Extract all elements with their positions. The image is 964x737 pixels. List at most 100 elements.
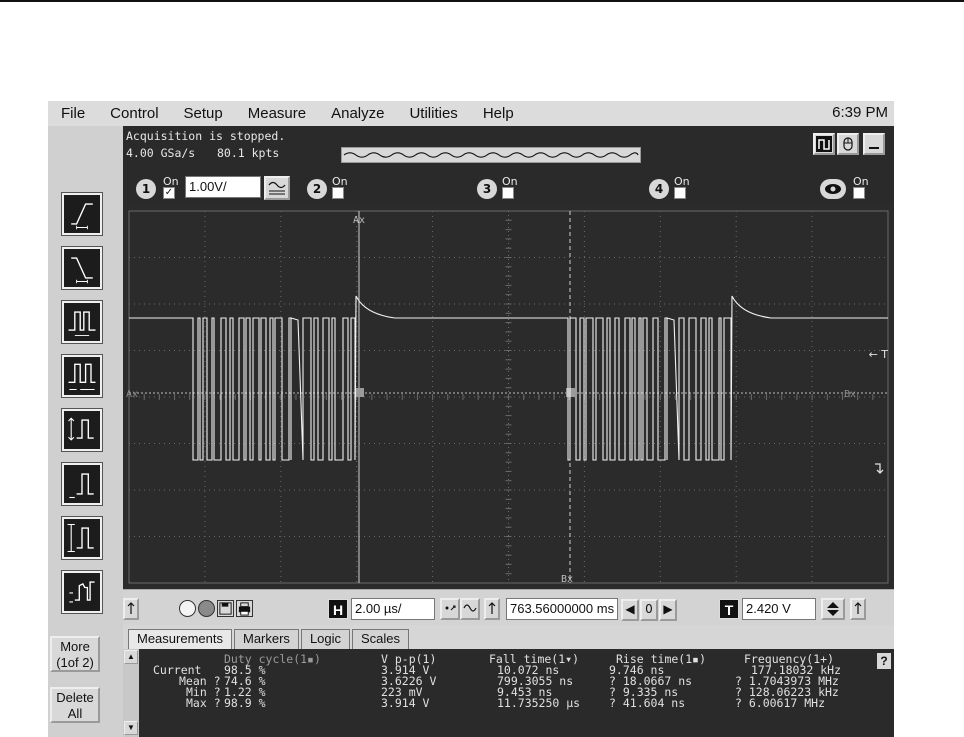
waveform-mode-button[interactable] — [460, 598, 480, 620]
save-button[interactable] — [217, 600, 234, 617]
delay-reference-button[interactable] — [484, 598, 500, 620]
scope-display-mode-button[interactable] — [813, 133, 835, 155]
rising-edge-icon — [71, 203, 93, 230]
waveform-overview-bar[interactable] — [341, 147, 641, 163]
period-icon — [68, 363, 96, 390]
channel-1-coupling-button[interactable] — [264, 176, 290, 200]
horizontal-label: H — [328, 599, 348, 619]
memory-depth: 80.1 kpts — [217, 146, 280, 160]
menu-bar: File Control Setup Measure Analyze Utili… — [48, 101, 894, 126]
pulse-width-icon — [68, 311, 96, 336]
trigger-edge-icon — [875, 463, 884, 474]
mouse-icon — [843, 137, 853, 151]
waveform-display[interactable]: Ax Ax Bx Bx ← T — [123, 205, 894, 589]
minimize-button[interactable] — [863, 133, 885, 155]
trigger-label: T — [719, 599, 739, 619]
falling-edge-tool-button[interactable] — [61, 246, 103, 290]
stepper-arrows-icon — [827, 602, 839, 616]
marker-ax-handle[interactable] — [355, 388, 364, 397]
position-zero-button[interactable]: 0 — [640, 599, 658, 621]
channel-1-indicator[interactable]: 1 — [136, 179, 156, 199]
channel-4-checkbox[interactable] — [674, 187, 686, 199]
measurements-scrollbar[interactable]: ▲ ▼ — [123, 649, 139, 737]
left-toolbar: More (1of 2) Delete All — [48, 126, 123, 737]
timebase-scale-field[interactable]: 2.00 µs/ — [351, 598, 435, 620]
math-checkbox[interactable] — [853, 187, 865, 199]
trigger-level-stepper[interactable] — [821, 598, 845, 620]
marker-ax-left-label: Ax — [126, 389, 138, 400]
acquisition-status-text: Acquisition is stopped. — [126, 129, 286, 143]
channel-4-indicator[interactable]: 4 — [649, 179, 669, 199]
trigger-level-field[interactable]: 2.420 V — [742, 598, 816, 620]
trigger-level-marker[interactable]: ← T — [869, 348, 888, 361]
run-mode-normal-button[interactable] — [179, 600, 196, 617]
tab-markers[interactable]: Markers — [233, 629, 299, 649]
channel-3-indicator[interactable]: 3 — [477, 179, 497, 199]
tab-logic[interactable]: Logic — [300, 629, 351, 649]
tab-scales[interactable]: Scales — [352, 629, 410, 649]
graticule-grid — [128, 210, 889, 584]
menu-utilities[interactable]: Utilities — [396, 105, 469, 122]
fine-adjust-button[interactable] — [440, 598, 460, 620]
duty-cycle-max: 98.9 % — [224, 696, 266, 710]
trigger-arrow-icon — [854, 602, 862, 614]
panel-tabs: Measurements Markers Logic Scales — [128, 629, 411, 649]
measurement-help-button[interactable]: ? — [877, 653, 891, 669]
fall-time-max: 11.735250 µs — [497, 696, 581, 710]
menu-file[interactable]: File — [48, 105, 97, 122]
channel-3-checkbox[interactable] — [502, 187, 514, 199]
channel-2-checkbox[interactable] — [332, 187, 344, 199]
period-tool-button[interactable] — [61, 354, 103, 398]
ground-reference-button[interactable] — [123, 598, 139, 620]
minimize-icon — [869, 147, 879, 149]
scroll-down-button[interactable]: ▼ — [124, 721, 138, 735]
top-level-icon — [69, 473, 94, 499]
channel-bar: 1 On ✓ 1.00V/ 2 On 3 On 4 On On — [123, 171, 894, 205]
vpp-max: 3.914 V — [381, 696, 430, 710]
clock: 6:39 PM — [832, 104, 888, 121]
top-level-tool-button[interactable] — [61, 462, 103, 506]
menu-analyze[interactable]: Analyze — [318, 105, 396, 122]
marker-bx-bottom-label: Bx — [561, 574, 573, 585]
trigger-reference-button[interactable] — [850, 598, 866, 620]
delete-all-button[interactable]: Delete All — [50, 687, 100, 723]
channel-1-scale-field[interactable]: 1.00V/ — [185, 176, 261, 198]
sine-wave-icon — [463, 604, 477, 612]
menu-help[interactable]: Help — [470, 105, 526, 122]
more-button[interactable]: More (1of 2) — [50, 636, 100, 672]
menu-setup[interactable]: Setup — [171, 105, 235, 122]
run-mode-single-button[interactable] — [198, 600, 215, 617]
scroll-up-button[interactable]: ▲ — [124, 650, 138, 664]
delete-all-label-line1: Delete — [56, 690, 94, 705]
print-button[interactable] — [236, 600, 253, 617]
overshoot-tool-button[interactable] — [61, 570, 103, 614]
peak-to-peak-tool-button[interactable] — [61, 516, 103, 560]
peak-to-peak-icon — [67, 523, 94, 553]
pulse-width-tool-button[interactable] — [61, 300, 103, 344]
position-right-button[interactable]: ▶ — [659, 599, 677, 621]
channel-2-indicator[interactable]: 2 — [307, 179, 327, 199]
position-nav-group: ◀ 0 ▶ — [621, 599, 677, 621]
sample-rate: 4.00 GSa/s — [126, 146, 196, 160]
graticule: Ax Ax Bx Bx — [126, 210, 889, 585]
math-function-indicator[interactable] — [820, 179, 846, 199]
amplitude-tool-button[interactable] — [61, 408, 103, 452]
mouse-mode-button[interactable] — [837, 133, 859, 155]
channel-1-checkbox[interactable]: ✓ — [163, 187, 175, 199]
coupling-icon — [268, 181, 286, 195]
row-label-max: Max ? — [186, 696, 221, 710]
frequency-max: ? 6.00617 MHz — [735, 696, 826, 710]
tab-measurements[interactable]: Measurements — [128, 629, 232, 649]
menu-measure[interactable]: Measure — [235, 105, 318, 122]
fine-adjust-icon — [445, 605, 456, 611]
overshoot-icon — [69, 581, 95, 603]
position-left-button[interactable]: ◀ — [621, 599, 639, 621]
falling-edge-icon — [71, 257, 93, 284]
menu-control[interactable]: Control — [97, 105, 170, 122]
horizontal-position-field[interactable]: 763.56000000 ms — [506, 598, 618, 620]
rising-edge-tool-button[interactable] — [61, 192, 103, 236]
save-icon — [219, 602, 232, 615]
delay-arrow-icon — [488, 602, 496, 614]
trigger-edge-marker[interactable] — [874, 461, 886, 475]
overview-wave-icon — [343, 152, 639, 158]
